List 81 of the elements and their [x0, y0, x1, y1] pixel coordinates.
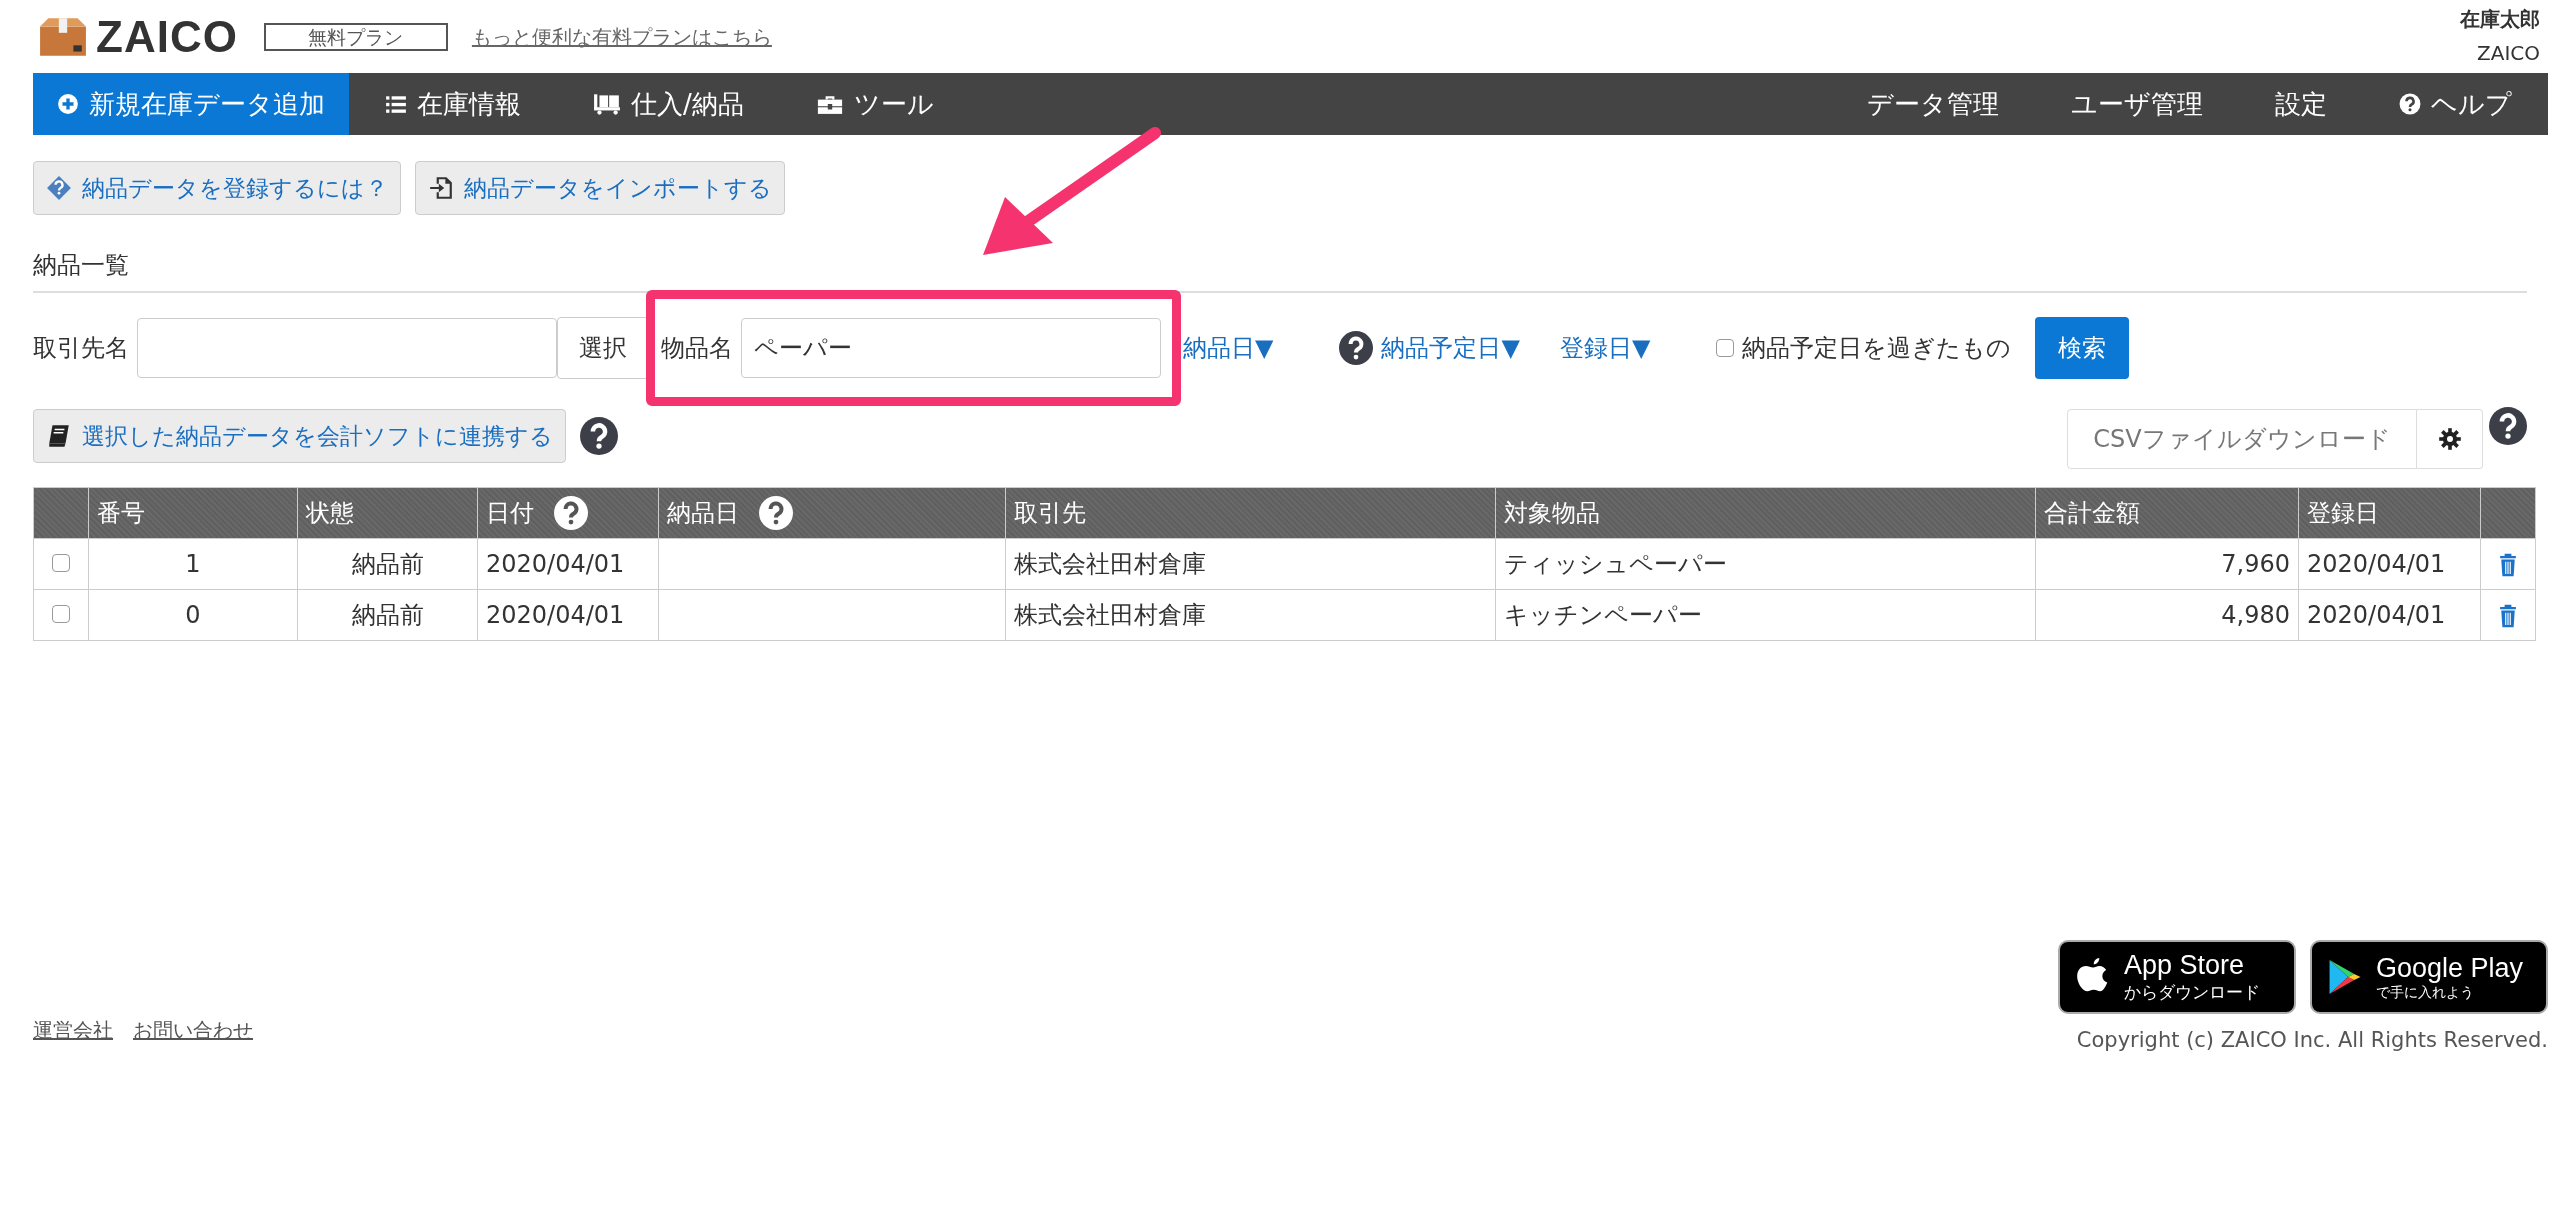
checkbox[interactable]	[1716, 339, 1735, 357]
play-triangle-icon	[2328, 958, 2362, 996]
sort-link[interactable]: 納品日▼	[1183, 332, 1274, 364]
table-cell: 1	[185, 550, 201, 578]
list-icon	[385, 93, 407, 115]
row-checkbox[interactable]	[52, 605, 70, 623]
logo-text[interactable]: ZAICO	[96, 12, 238, 62]
table-cell: 納品前	[351, 601, 424, 629]
nav-menu-item[interactable]: ヘルプ	[2363, 73, 2548, 135]
action-button[interactable]: 納品データをインポートする	[415, 161, 785, 215]
file-import-icon	[428, 175, 454, 201]
nav-tab[interactable]: 新規在庫データ追加	[33, 73, 349, 135]
table-cell: 4,980	[2221, 601, 2290, 629]
column-header: 番号	[97, 498, 145, 529]
row-checkbox[interactable]	[52, 554, 70, 572]
trash-icon[interactable]	[2499, 604, 2517, 628]
section-title: 納品一覧	[33, 249, 2527, 293]
table-cell: キッチンペーパー	[1504, 601, 1702, 629]
search-button[interactable]: 検索	[2035, 317, 2130, 379]
help-icon[interactable]	[554, 496, 588, 530]
action-button[interactable]: 納品データを登録するには？	[33, 161, 401, 215]
select-button[interactable]: 選択	[557, 317, 649, 379]
help-icon[interactable]	[580, 417, 618, 455]
nav-menu-item[interactable]: 設定	[2239, 73, 2363, 135]
user-name: 在庫太郎	[2460, 6, 2540, 33]
table-cell: 2020/04/01	[2307, 550, 2446, 578]
badge-subtitle: からダウンロード	[2124, 981, 2260, 1004]
upgrade-link[interactable]: もっと便利な有料プランはこちら	[471, 23, 772, 51]
google-play-badge[interactable]: Google Play で手に入れよう	[2310, 940, 2548, 1014]
help-icon[interactable]	[759, 496, 793, 530]
checkbox-label: 納品予定日を過ぎたもの	[1742, 333, 2012, 364]
sort-link[interactable]: 納品予定日▼	[1381, 332, 1520, 364]
help-icon[interactable]	[2489, 407, 2527, 445]
nav-tab[interactable]: 仕入/納品	[557, 73, 780, 135]
csv-download-button[interactable]: CSVファイルダウンロード	[2067, 409, 2417, 469]
column-header: 納品日	[667, 498, 739, 529]
table-cell: 2020/04/01	[486, 550, 625, 578]
nav-menu-item[interactable]: ユーザ管理	[2035, 73, 2239, 135]
table-cell: 株式会社田村倉庫	[1014, 601, 1206, 629]
sync-accounting-button[interactable]: 選択した納品データを会計ソフトに連携する	[33, 409, 566, 463]
table-cell: ティッシュペーパー	[1504, 550, 1727, 578]
nav-menu-item[interactable]: データ管理	[1831, 73, 2035, 135]
settings-icon	[2437, 427, 2462, 451]
field-label: 取引先名	[33, 333, 129, 364]
plus-circle-icon	[57, 93, 79, 115]
diamond-help-icon	[46, 175, 72, 201]
item-name-field[interactable]: ペーパー	[741, 318, 1161, 378]
trash-icon[interactable]	[2499, 553, 2517, 577]
box-logo-icon	[38, 15, 88, 59]
help-icon[interactable]	[1339, 331, 1374, 365]
nav-tab[interactable]: ツール	[779, 73, 970, 135]
table-cell: 7,960	[2221, 550, 2290, 578]
footer-link[interactable]: 運営会社	[33, 1017, 113, 1044]
help-icon	[2399, 93, 2421, 115]
app-store-badge[interactable]: App Store からダウンロード	[2058, 940, 2296, 1014]
column-header: 合計金額	[2044, 498, 2140, 529]
cart-icon	[593, 93, 621, 115]
column-header: 日付	[486, 498, 534, 529]
footer-link[interactable]: お問い合わせ	[133, 1017, 253, 1044]
badge-title: Google Play	[2376, 952, 2524, 984]
table-cell: 2020/04/01	[2307, 601, 2446, 629]
badge-title: App Store	[2124, 950, 2246, 981]
table-cell: 2020/04/01	[486, 601, 625, 629]
table-cell: 納品前	[351, 550, 424, 578]
column-header: 対象物品	[1504, 498, 1600, 529]
copyright-text: Copyright (c) ZAICO Inc. All Rights Reserved.	[2076, 1028, 2548, 1052]
column-header: 取引先	[1014, 498, 1086, 529]
user-organization: ZAICO	[2477, 41, 2540, 65]
sort-link[interactable]: 登録日▼	[1559, 332, 1651, 364]
table-cell: 株式会社田村倉庫	[1014, 550, 1206, 578]
column-header: 状態	[306, 498, 354, 529]
field-label: 物品名	[661, 333, 733, 364]
table-cell: 0	[185, 601, 201, 629]
nav-tab[interactable]: 在庫情報	[349, 73, 557, 135]
settings-button[interactable]	[2417, 409, 2483, 469]
book-icon	[46, 423, 72, 449]
toolbox-icon	[815, 93, 844, 115]
plan-badge: 無料プラン	[263, 23, 448, 51]
column-header: 登録日	[2307, 498, 2379, 529]
badge-subtitle: で手に入れよう	[2376, 983, 2475, 1002]
partner-name-field[interactable]	[137, 318, 557, 378]
